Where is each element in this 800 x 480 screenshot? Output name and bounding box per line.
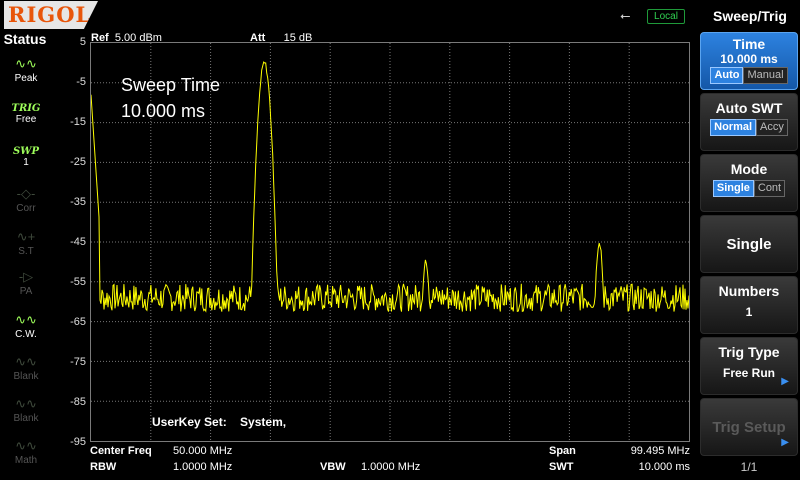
peak-wave-icon: ∿∿ [15, 56, 37, 71]
status-corr[interactable]: -◇- Corr [8, 185, 44, 219]
mode-single-option[interactable]: Single [712, 180, 754, 197]
math-icon: ∿∿ [15, 438, 37, 453]
cw-icon: ∿∿ [15, 312, 37, 327]
status-pa[interactable]: -▷ PA [8, 268, 44, 302]
vbw-label: VBW [320, 461, 346, 473]
usb-icon: ⭠ [620, 8, 631, 23]
numbers-softkey[interactable]: Numbers 1 [700, 276, 798, 334]
y-tick-label: -15 [70, 116, 86, 128]
overlay-label: Sweep Time [121, 75, 221, 95]
status-blank-2[interactable]: ∿∿ Blank [8, 395, 44, 429]
local-indicator[interactable]: Local [647, 9, 685, 24]
trig-type-softkey[interactable]: Trig Type Free Run ▶ [700, 337, 798, 395]
single-label: Single [726, 236, 772, 253]
time-softkey[interactable]: Time 10.000 ms Auto Manual [700, 32, 798, 90]
status-st[interactable]: ∿+ S.T [8, 228, 44, 262]
status-cw[interactable]: ∿∿ C.W. [8, 311, 44, 345]
status-label: Peak [14, 73, 38, 84]
status-title: Status [3, 31, 47, 47]
rbw-value: 1.0000 MHz [173, 461, 233, 473]
time-value: 10.000 ms [720, 52, 778, 66]
mode-cont-option[interactable]: Cont [753, 180, 786, 197]
st-icon: ∿+ [16, 229, 36, 244]
blank-icon: ∿∿ [15, 354, 37, 369]
pa-icon: -▷ [18, 269, 34, 284]
mode-softkey[interactable]: Mode Single Cont [700, 154, 798, 212]
auto-swt-normal-option[interactable]: Normal [710, 119, 757, 136]
menu-page-indicator: 1/1 [740, 460, 758, 474]
status-math[interactable]: ∿∿ Math [8, 437, 44, 471]
y-tick-label: -85 [70, 396, 86, 408]
center-freq-value: 50.000 MHz [173, 445, 233, 457]
swt-value: 10.000 ms [638, 461, 690, 473]
status-peak[interactable]: ∿∿ Peak [8, 55, 44, 89]
status-label: Math [14, 455, 38, 466]
status-label: Corr [16, 203, 36, 214]
auto-swt-accy-option[interactable]: Accy [756, 119, 788, 136]
auto-swt-label: Auto SWT [715, 100, 783, 116]
status-label: Blank [13, 413, 39, 424]
y-tick-label: -35 [70, 196, 86, 208]
trig-type-label: Trig Type [718, 344, 780, 360]
auto-swt-toggle[interactable]: Normal Accy [701, 119, 797, 136]
trig-setup-softkey[interactable]: Trig Setup ▶ [700, 398, 798, 456]
userkey-set: UserKey Set: System, [152, 415, 286, 429]
menu-title: Sweep/Trig [713, 8, 787, 24]
status-label: PA [19, 286, 33, 297]
rbw-label: RBW [90, 461, 117, 473]
overlay-value: 10.000 ms [121, 101, 206, 121]
blank-icon: ∿∿ [15, 396, 37, 411]
span-label: Span [549, 445, 576, 457]
corr-icon: -◇- [16, 186, 36, 201]
mode-label: Mode [730, 161, 768, 177]
time-mode-toggle[interactable]: Auto Manual [701, 67, 797, 84]
status-swp[interactable]: SWP 1 [8, 143, 44, 177]
swt-label: SWT [549, 461, 574, 473]
trig-setup-label: Trig Setup [712, 419, 786, 436]
y-tick-label: -25 [70, 156, 86, 168]
y-tick-label: -95 [70, 436, 86, 448]
submenu-arrow-icon: ▶ [781, 437, 789, 448]
y-tick-label: -75 [70, 356, 86, 368]
vbw-value: 1.0000 MHz [361, 461, 421, 473]
status-label: Blank [13, 371, 39, 382]
userkey-value: System, [240, 415, 287, 429]
time-label: Time [732, 36, 766, 52]
y-tick-label: -5 [76, 76, 86, 88]
rigol-logo: RIGOL [4, 1, 98, 29]
status-blank-1[interactable]: ∿∿ Blank [8, 353, 44, 387]
auto-swt-softkey[interactable]: Auto SWT Normal Accy [700, 93, 798, 151]
single-softkey[interactable]: Single [700, 215, 798, 273]
status-trig[interactable]: TRIG Free [8, 100, 44, 134]
numbers-label: Numbers [718, 283, 780, 299]
y-tick-label: -55 [70, 276, 86, 288]
mode-toggle[interactable]: Single Cont [701, 180, 797, 197]
numbers-value: 1 [745, 305, 753, 319]
status-label: C.W. [15, 329, 37, 340]
y-tick-label: 5 [79, 36, 86, 48]
y-tick-label: -45 [70, 236, 86, 248]
time-auto-option[interactable]: Auto [710, 67, 744, 84]
center-freq-label: Center Freq [90, 445, 152, 457]
time-manual-option[interactable]: Manual [743, 67, 788, 84]
y-tick-label: -65 [70, 316, 86, 328]
userkey-label: UserKey Set: [152, 415, 227, 429]
submenu-arrow-icon: ▶ [781, 376, 789, 387]
span-value: 99.495 MHz [630, 445, 690, 457]
status-label: S.T [18, 246, 34, 257]
